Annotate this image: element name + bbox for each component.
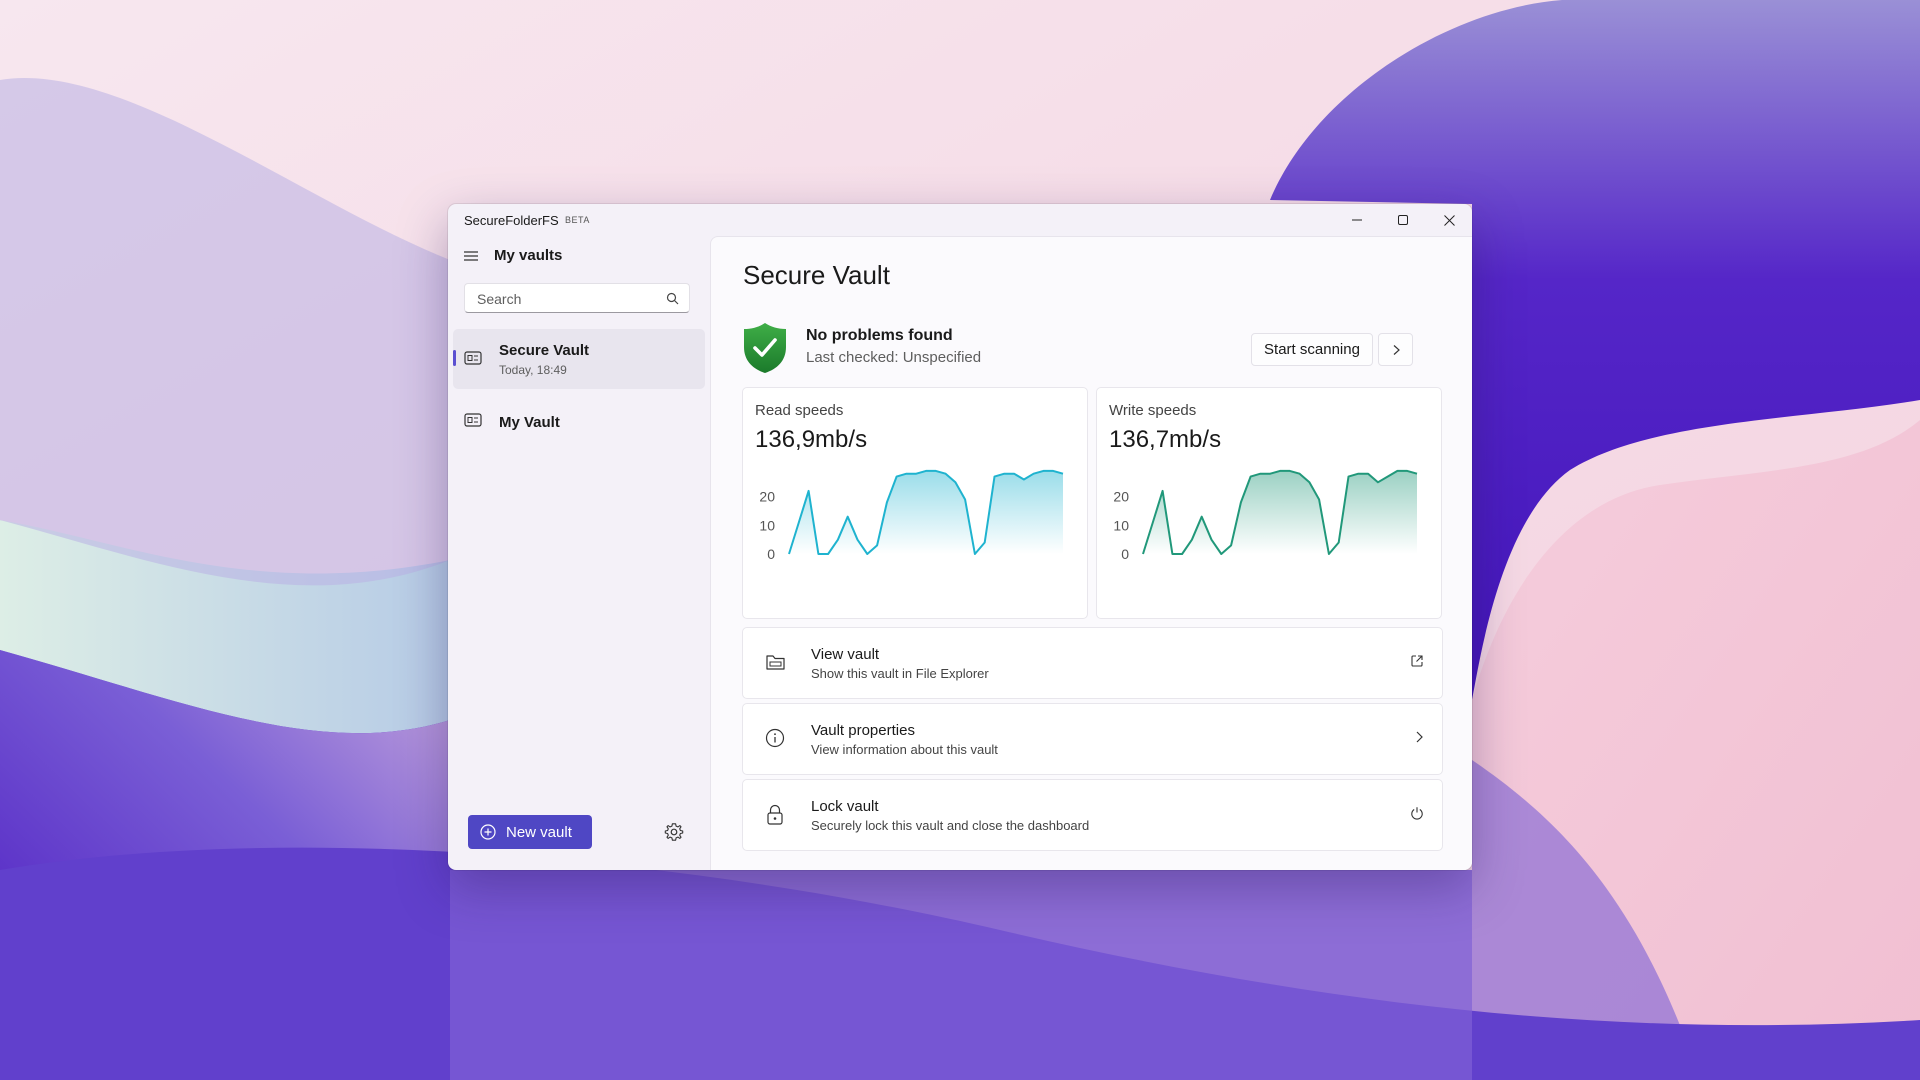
series-area [789, 470, 1063, 554]
chevron-right-icon [1416, 731, 1423, 743]
start-scanning-label: Start scanning [1264, 341, 1360, 358]
minimize-button[interactable] [1334, 204, 1380, 236]
view-vault-card[interactable]: View vault Show this vault in File Explo… [742, 627, 1443, 699]
gear-icon [664, 823, 684, 841]
write-speeds-card: Write speeds 136,7mb/s 20 10 0 [1096, 387, 1442, 619]
settings-button[interactable] [658, 816, 690, 848]
vault-icon [464, 413, 482, 427]
write-speeds-value: 136,7mb/s [1109, 426, 1222, 453]
open-external-icon [1411, 655, 1423, 667]
power-icon [1411, 807, 1423, 820]
search-input[interactable] [475, 290, 659, 308]
write-speeds-chart: 20 10 0 [1113, 469, 1418, 562]
maximize-icon [1398, 215, 1408, 225]
app-title: SecureFolderFS [464, 213, 559, 228]
y-tick-label: 10 [1113, 517, 1129, 533]
beta-badge: BETA [565, 215, 590, 225]
new-vault-button[interactable]: New vault [468, 815, 592, 849]
lock-icon [767, 804, 783, 825]
y-tick-label: 20 [759, 489, 775, 505]
chevron-right-icon [1393, 344, 1400, 355]
read-speeds-chart: 20 10 0 [759, 469, 1064, 562]
close-button[interactable] [1426, 204, 1472, 236]
read-speeds-label: Read speeds [755, 402, 844, 419]
sidebar: My vaults Secure Vault Today, 18:49 [448, 236, 710, 870]
app-window: SecureFolderFS BETA My vaults Search Sec… [448, 204, 1472, 870]
new-vault-label: New vault [506, 823, 572, 841]
scan-details-button[interactable] [1378, 333, 1413, 366]
vault-name: Secure Vault [499, 342, 590, 359]
vault-properties-card[interactable]: Vault properties View information about … [742, 703, 1443, 775]
read-speeds-value: 136,9mb/s [755, 426, 868, 453]
main-content: Secure Vault No problems found Last chec… [710, 236, 1472, 870]
health-last-checked: Last checked: Unspecified [806, 349, 982, 366]
vault-timestamp: Today, 18:49 [499, 363, 567, 377]
info-icon [765, 728, 785, 748]
y-tick-label: 0 [767, 546, 775, 562]
write-speeds-label: Write speeds [1109, 402, 1197, 419]
minimize-icon [1352, 219, 1362, 221]
sidebar-header: My vaults [494, 247, 563, 264]
search-icon[interactable] [666, 292, 679, 305]
vault-item-secure-vault[interactable]: Secure Vault Today, 18:49 [453, 329, 705, 389]
hamburger-icon [464, 251, 478, 261]
page-title: Secure Vault [743, 260, 890, 290]
vault-properties-subtitle: View information about this vault [811, 742, 998, 757]
y-tick-label: 20 [1113, 489, 1129, 505]
add-circle-icon [480, 824, 496, 840]
vault-properties-title: Vault properties [811, 722, 915, 739]
search-box[interactable] [464, 283, 690, 313]
vault-item-my-vault[interactable]: My Vault [453, 401, 705, 445]
shield-check-icon [744, 323, 786, 373]
maximize-button[interactable] [1380, 204, 1426, 236]
vault-name: My Vault [499, 414, 560, 431]
series-area [1143, 470, 1417, 554]
folder-open-icon [766, 655, 785, 670]
hamburger-menu-button[interactable] [461, 246, 481, 266]
lock-vault-title: Lock vault [811, 798, 879, 815]
y-tick-label: 0 [1121, 546, 1129, 562]
view-vault-subtitle: Show this vault in File Explorer [811, 666, 989, 681]
lock-vault-card[interactable]: Lock vault Securely lock this vault and … [742, 779, 1443, 851]
vault-icon [464, 351, 482, 365]
close-icon [1443, 214, 1455, 226]
view-vault-title: View vault [811, 646, 880, 663]
y-tick-label: 10 [759, 517, 775, 533]
read-speeds-card: Read speeds 136,9mb/s 20 10 0 [742, 387, 1088, 619]
selection-indicator [453, 350, 456, 366]
lock-vault-subtitle: Securely lock this vault and close the d… [811, 818, 1090, 833]
title-bar[interactable]: SecureFolderFS BETA [448, 204, 1472, 236]
start-scanning-button[interactable]: Start scanning [1251, 333, 1373, 366]
health-status: No problems found [806, 327, 953, 344]
